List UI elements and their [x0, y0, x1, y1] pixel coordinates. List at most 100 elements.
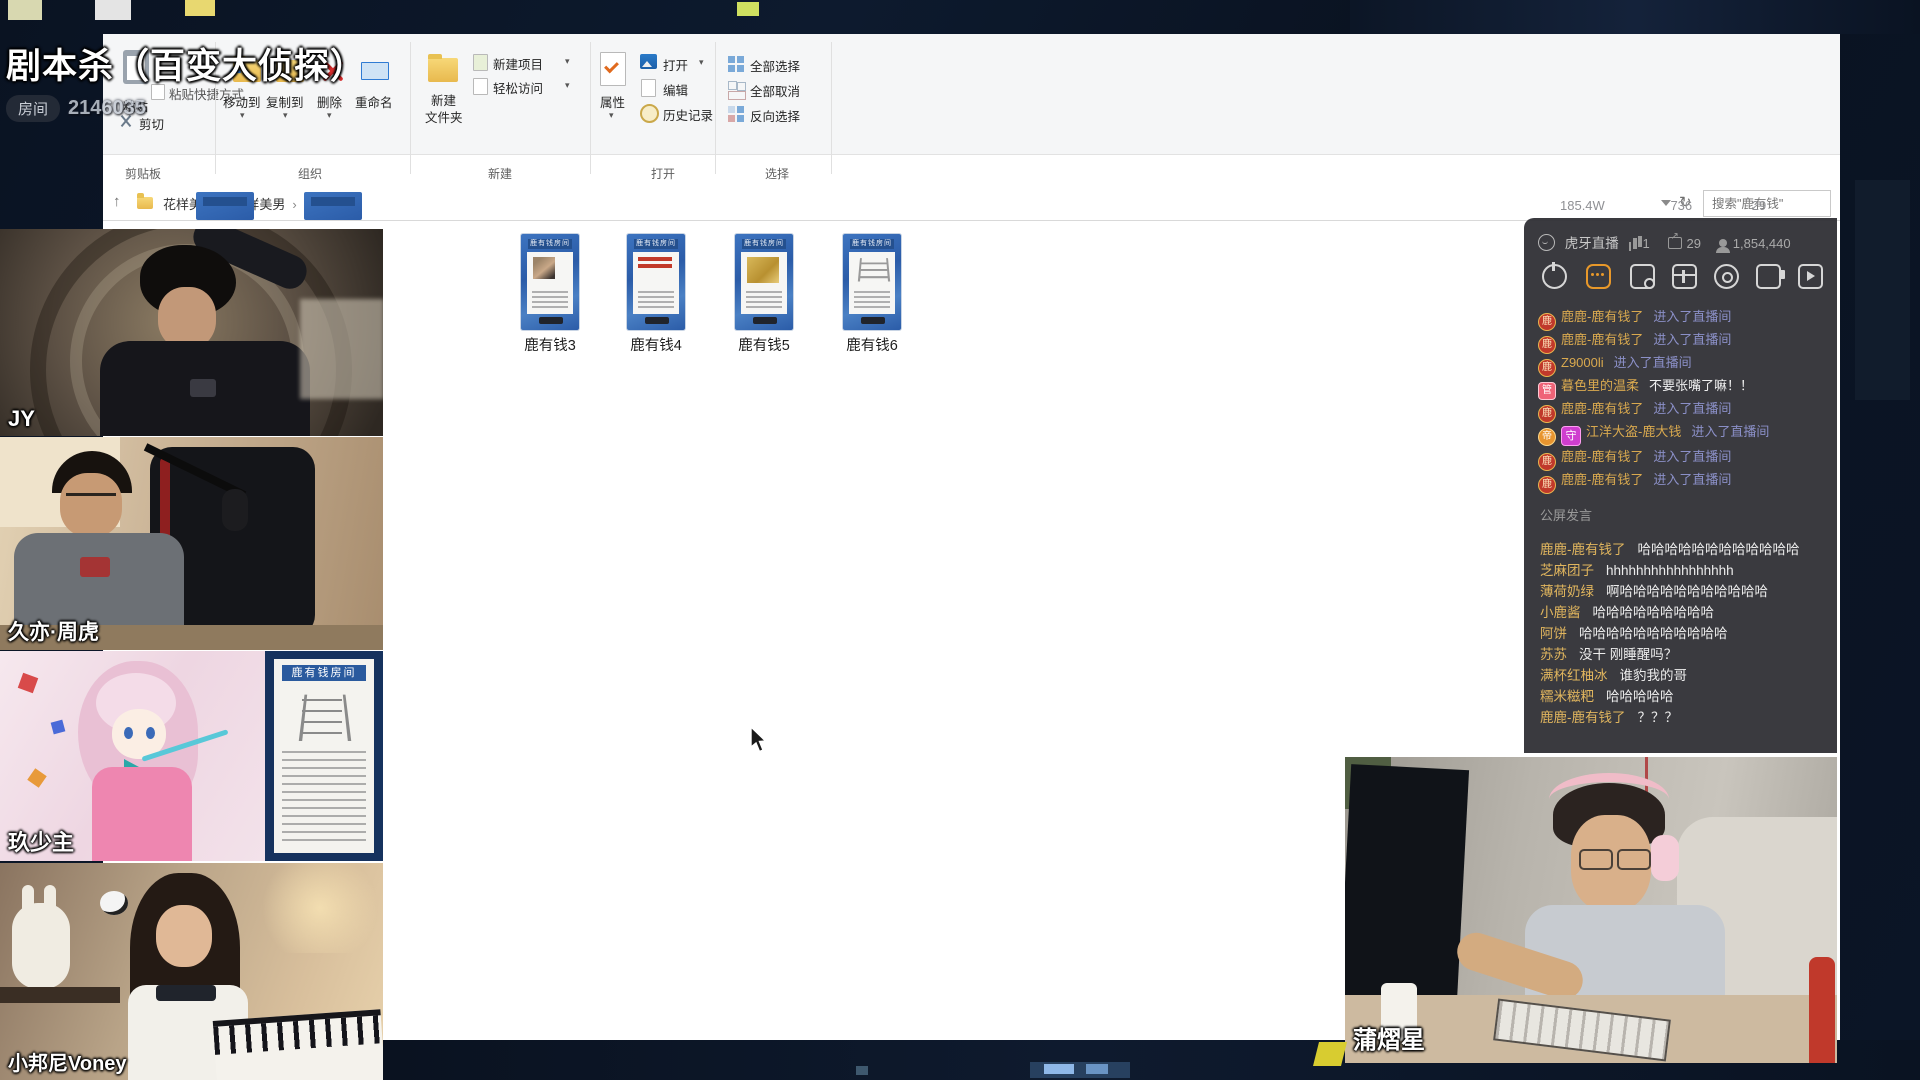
- chat-username[interactable]: 芝麻团子: [1540, 563, 1594, 578]
- power-icon[interactable]: [1542, 264, 1567, 289]
- chat-username[interactable]: 薄荷奶绿: [1540, 584, 1594, 599]
- doc-paper: 鹿有钱房间: [274, 659, 374, 853]
- new-item-icon: [473, 54, 488, 71]
- gold-image-icon: [747, 257, 779, 283]
- stream-title-overlay: 剧本杀（百变大侦探） 房间 2146035: [6, 38, 366, 122]
- easy-access-button[interactable]: 轻松访问: [493, 78, 543, 97]
- deco-window-preview: [1044, 1064, 1074, 1074]
- chat-username[interactable]: 糯米糍粑: [1540, 689, 1594, 704]
- ribbon-separator: [715, 42, 716, 174]
- chat-message: 不要张嘴了嘛！！: [1649, 378, 1753, 393]
- new-item-button[interactable]: 新建项目: [493, 54, 543, 73]
- chat-username[interactable]: 满杯红柚冰: [1540, 668, 1608, 683]
- file-thumbnail[interactable]: 鹿有钱房间: [627, 234, 685, 330]
- chat-message: 进入了直播间: [1653, 332, 1731, 347]
- rank-count: 1: [1643, 236, 1650, 251]
- anime-sweater: [92, 767, 192, 861]
- select-all-button[interactable]: 全部选择: [750, 56, 800, 75]
- webcam-icon[interactable]: [1714, 264, 1739, 289]
- deco-window-preview: [1086, 1064, 1108, 1074]
- file-thumb-header: 鹿有钱房间: [850, 239, 894, 249]
- history-button[interactable]: 历史记录: [663, 105, 713, 124]
- file-thumb-paper: [741, 252, 787, 314]
- huya-logo-icon: [1538, 234, 1555, 251]
- file-thumbnail[interactable]: 鹿有钱房间: [735, 234, 793, 330]
- chat-message: hhhhhhhhhhhhhhhhh: [1606, 563, 1734, 578]
- piano-keyboard: [213, 1009, 383, 1080]
- shirt-print: [80, 557, 110, 577]
- gift-icon[interactable]: [1672, 264, 1697, 289]
- edit-button[interactable]: 编辑: [663, 80, 688, 99]
- deco-top-rect: [737, 2, 759, 16]
- chat-username[interactable]: Z9000li: [1561, 355, 1604, 370]
- chat-username[interactable]: 鹿鹿-鹿有钱了: [1561, 449, 1643, 464]
- chat-message: 进入了直播间: [1653, 309, 1731, 324]
- chat-username[interactable]: 鹿鹿-鹿有钱了: [1561, 332, 1643, 347]
- deco-top-glow: [1350, 0, 1920, 34]
- red-title-icon: [638, 257, 672, 261]
- navigate-up-icon[interactable]: ↑: [113, 193, 121, 210]
- file-thumbnail-partial[interactable]: [304, 192, 362, 220]
- text-lines: [746, 291, 782, 309]
- file-item[interactable]: 鹿有钱房间 鹿有钱3: [495, 234, 605, 355]
- chat-username[interactable]: 江洋大盗-鹿大钱: [1586, 424, 1681, 439]
- edit-icon: [641, 79, 656, 97]
- file-thumb-paper: [527, 252, 573, 314]
- group-label-open: 打开: [651, 165, 675, 182]
- dropdown-caret: ▾: [565, 80, 570, 91]
- person-shirt: [14, 533, 184, 628]
- new-folder-button-line2[interactable]: 文件夹: [425, 107, 463, 126]
- webcam-feed-puyixing: 蒲熠星: [1345, 757, 1837, 1063]
- file-thumbnail[interactable]: 鹿有钱房间: [521, 234, 579, 330]
- properties-button[interactable]: 属性: [600, 92, 625, 111]
- chat-message: 哈哈哈哈哈哈哈哈哈哈哈哈: [1638, 542, 1800, 557]
- group-label-new: 新建: [488, 165, 512, 182]
- chat-bubble-icon[interactable]: [1586, 264, 1611, 289]
- deco-top-rect: [185, 0, 215, 16]
- rabbit-lamp: [12, 903, 70, 989]
- chat-username[interactable]: 小鹿酱: [1540, 605, 1581, 620]
- deco-top-rect: [95, 0, 131, 20]
- online-count: 1,854,440: [1733, 236, 1791, 251]
- panda-plush: [100, 891, 128, 915]
- chat-username[interactable]: 鹿鹿-鹿有钱了: [1561, 401, 1643, 416]
- chat-username[interactable]: 阿饼: [1540, 626, 1567, 641]
- new-folder-icon: [428, 58, 458, 82]
- chat-username[interactable]: 鹿鹿-鹿有钱了: [1540, 542, 1626, 557]
- chat-username[interactable]: 苏苏: [1540, 647, 1567, 662]
- file-item[interactable]: 鹿有钱房间 鹿有钱5: [709, 234, 819, 355]
- file-thumb-header: 鹿有钱房间: [634, 239, 678, 249]
- select-none-button[interactable]: 全部取消: [750, 81, 800, 100]
- file-item[interactable]: 鹿有钱房间 鹿有钱6: [817, 234, 927, 355]
- clip-icon[interactable]: [1798, 264, 1823, 289]
- dropdown-caret: ▾: [565, 56, 570, 67]
- stream-settings-icon[interactable]: [1630, 264, 1655, 289]
- invert-selection-button[interactable]: 反向选择: [750, 106, 800, 125]
- chat-message: 进入了直播间: [1653, 472, 1731, 487]
- chat-username[interactable]: 鹿鹿-鹿有钱了: [1540, 710, 1626, 725]
- group-label-organize: 组织: [298, 165, 322, 182]
- guard-badge: 守: [1561, 426, 1581, 446]
- group-label-select: 选择: [765, 165, 789, 182]
- record-icon[interactable]: [1756, 264, 1781, 289]
- bright-wall-patch: [300, 299, 383, 399]
- chat-username[interactable]: 鹿鹿-鹿有钱了: [1561, 309, 1643, 324]
- open-button[interactable]: 打开: [663, 55, 688, 74]
- chat-username[interactable]: 鹿鹿-鹿有钱了: [1561, 472, 1643, 487]
- room-label-badge: 房间: [6, 95, 60, 122]
- file-thumbnail[interactable]: 鹿有钱房间: [843, 234, 901, 330]
- person-face: [158, 287, 216, 349]
- ribbon-separator: [590, 42, 591, 174]
- anime-eye: [124, 727, 133, 739]
- file-item[interactable]: 鹿有钱房间 鹿有钱4: [601, 234, 711, 355]
- dropdown-caret: ▾: [609, 110, 614, 121]
- mouse-cursor: [748, 726, 768, 759]
- file-thumbnail-partial[interactable]: [196, 192, 254, 220]
- breadcrumb-sep-icon: ›: [285, 197, 303, 212]
- room-number: 2146035: [68, 97, 146, 120]
- chat-username[interactable]: 暮色里的温柔: [1561, 378, 1639, 393]
- webcam-feed-jiushaozhu: 鹿有钱房间 玖少主: [0, 651, 383, 861]
- chat-message: 哈哈哈哈哈哈哈哈哈哈哈: [1579, 626, 1728, 641]
- chat-message: 谁豹我的哥: [1620, 668, 1688, 683]
- photo-icon: [533, 257, 555, 279]
